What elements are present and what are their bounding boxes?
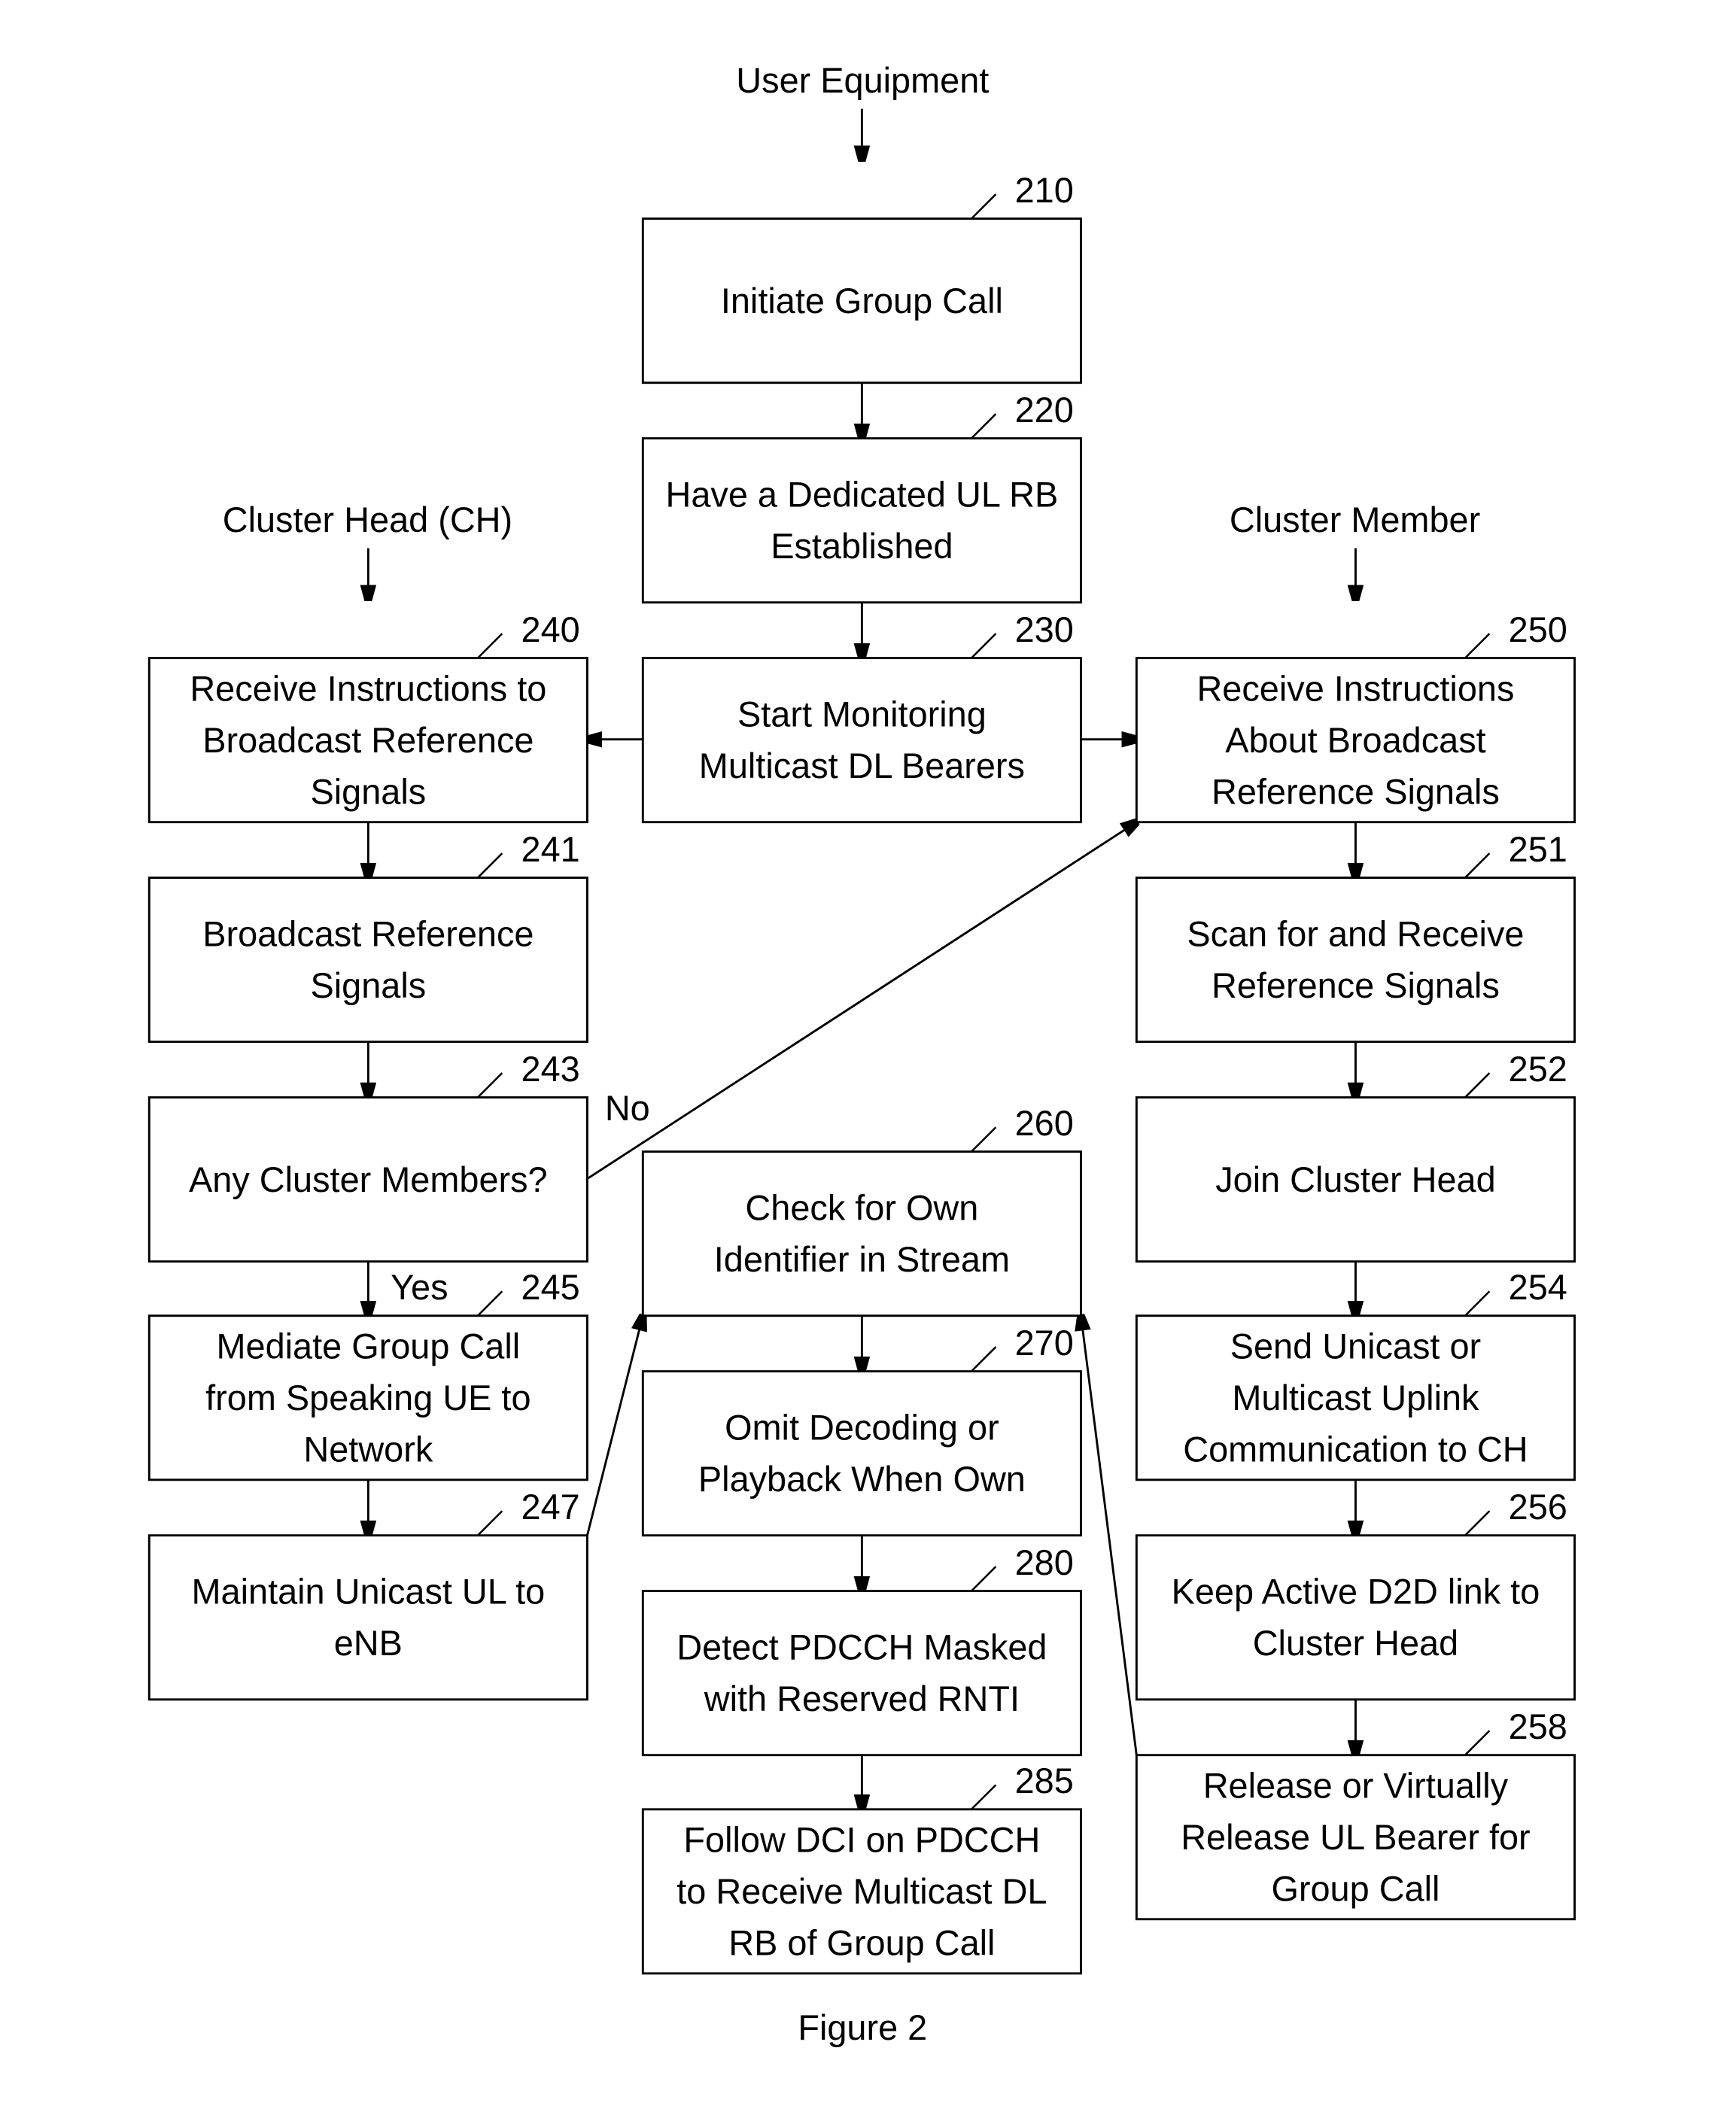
step-label-line: with Reserved RNTI bbox=[704, 1679, 1020, 1718]
leader-line bbox=[971, 1126, 997, 1153]
step-ref-number: 280 bbox=[1015, 1543, 1074, 1582]
step-label-line: Identifier in Stream bbox=[714, 1240, 1010, 1279]
step-label-line: Receive Instructions bbox=[1196, 669, 1514, 708]
step-label-line: Reference Signals bbox=[1212, 772, 1500, 811]
flowchart-canvas: User Equipment Cluster Head (CH) Cluster… bbox=[0, 0, 1736, 2127]
step-ref-number: 285 bbox=[1015, 1761, 1074, 1800]
step-box bbox=[1135, 1534, 1576, 1701]
step-label-line: Broadcast Reference bbox=[202, 721, 534, 760]
step-label-line: Receive Instructions to bbox=[190, 669, 546, 708]
step-label-line: Keep Active D2D link to bbox=[1172, 1572, 1540, 1612]
leader-line bbox=[971, 633, 997, 659]
step-ref-number: 230 bbox=[1015, 610, 1074, 649]
step-label-line: Communication to CH bbox=[1183, 1430, 1528, 1469]
header-cluster-head: Cluster Head (CH) bbox=[223, 500, 512, 539]
step-label-line: Follow DCI on PDCCH bbox=[683, 1821, 1040, 1860]
flowchart-diagram: User Equipment Cluster Head (CH) Cluster… bbox=[147, 61, 1576, 2047]
leader-line bbox=[1464, 852, 1491, 879]
step-label-line: RB of Group Call bbox=[728, 1924, 995, 1963]
edge-label-no: No bbox=[605, 1089, 650, 1128]
leader-line bbox=[1464, 1290, 1491, 1317]
step-ref-number: 240 bbox=[521, 610, 580, 649]
step-label-line: Scan for and Receive bbox=[1187, 915, 1524, 954]
step-ref-number: 220 bbox=[1015, 390, 1074, 430]
leader-line bbox=[476, 1072, 503, 1098]
header-user-equipment: User Equipment bbox=[736, 61, 989, 100]
step-label-line: Send Unicast or bbox=[1230, 1327, 1481, 1366]
step-label-line: to Receive Multicast DL bbox=[676, 1872, 1047, 1911]
step-ref-number: 260 bbox=[1015, 1104, 1074, 1143]
step-250: 250 Receive Instructions About Broadcast Re… bbox=[1135, 610, 1576, 824]
step-box bbox=[641, 1150, 1082, 1317]
step-label-line: Release UL Bearer for bbox=[1181, 1818, 1530, 1857]
step-label-line: Playback When Own bbox=[698, 1460, 1026, 1499]
step-label-line: Signals bbox=[310, 966, 426, 1005]
header-cluster-member: Cluster Member bbox=[1230, 500, 1480, 539]
leader-line bbox=[1464, 1510, 1491, 1536]
step-box bbox=[641, 1590, 1082, 1757]
step-label-line: Network bbox=[303, 1430, 433, 1469]
step-ref-number: 250 bbox=[1509, 610, 1567, 649]
step-ref-number: 270 bbox=[1015, 1323, 1074, 1363]
step-label-line: Initiate Group Call bbox=[721, 281, 1003, 321]
step-label-line: Mediate Group Call bbox=[216, 1327, 520, 1366]
step-label-line: Reference Signals bbox=[1212, 966, 1500, 1005]
step-label-line: About Broadcast bbox=[1225, 721, 1485, 760]
step-label-line: Omit Decoding or bbox=[725, 1408, 999, 1448]
leader-line bbox=[476, 633, 503, 659]
step-ref-number: 243 bbox=[521, 1050, 580, 1089]
step-box bbox=[641, 657, 1082, 824]
step-label-line: Maintain Unicast UL to bbox=[192, 1572, 546, 1612]
step-ref-number: 247 bbox=[521, 1487, 580, 1527]
step-box bbox=[641, 1370, 1082, 1537]
leader-line bbox=[971, 1346, 997, 1372]
step-label-line: eNB bbox=[334, 1624, 403, 1663]
step-ref-number: 241 bbox=[521, 830, 580, 869]
step-ref-number: 258 bbox=[1509, 1707, 1567, 1746]
arrow-247-260 bbox=[586, 1316, 643, 1536]
leader-line bbox=[971, 413, 997, 439]
step-box bbox=[1135, 877, 1576, 1044]
step-label-line: Broadcast Reference bbox=[202, 915, 534, 954]
step-box bbox=[641, 437, 1082, 604]
step-ref-number: 256 bbox=[1509, 1487, 1567, 1527]
step-ref-number: 210 bbox=[1015, 171, 1074, 210]
step-label-line: Established bbox=[771, 527, 953, 566]
step-ref-number: 251 bbox=[1509, 830, 1567, 869]
step-label-line: Group Call bbox=[1271, 1869, 1440, 1908]
step-box bbox=[147, 877, 588, 1044]
figure-caption: Figure 2 bbox=[798, 2008, 927, 2047]
step-label-line: Multicast DL Bearers bbox=[699, 746, 1025, 785]
leader-line bbox=[971, 1566, 997, 1592]
leader-line bbox=[971, 193, 997, 220]
leader-line bbox=[971, 1784, 997, 1810]
step-260: 260 Check for Own Identifier in Stream bbox=[641, 1104, 1082, 1317]
step-ref-number: 252 bbox=[1509, 1050, 1567, 1089]
step-label-line: Cluster Head bbox=[1253, 1624, 1458, 1663]
edge-label-yes: Yes bbox=[391, 1268, 448, 1307]
step-label-line: Check for Own bbox=[745, 1189, 978, 1228]
step-210: 210 Initiate Group Call bbox=[641, 171, 1082, 384]
leader-line bbox=[1464, 633, 1491, 659]
leader-line bbox=[1464, 1730, 1491, 1756]
arrow-258-260 bbox=[1081, 1316, 1138, 1755]
step-label-line: Multicast Uplink bbox=[1232, 1378, 1479, 1417]
leader-line bbox=[476, 1510, 503, 1536]
step-label-line: Have a Dedicated UL RB bbox=[665, 476, 1058, 515]
step-label-line: Join Cluster Head bbox=[1215, 1160, 1495, 1199]
leader-line bbox=[1464, 1072, 1491, 1098]
steps: 210 Initiate Group Call 220 Have a Dedicate… bbox=[147, 171, 1576, 1975]
step-label-line: Signals bbox=[310, 772, 426, 811]
step-label-line: Start Monitoring bbox=[737, 695, 987, 734]
step-box bbox=[147, 1534, 588, 1701]
step-240: 240 Receive Instructions to Broadcast Refe… bbox=[147, 610, 588, 824]
step-label-line: Any Cluster Members? bbox=[189, 1160, 548, 1199]
leader-line bbox=[476, 852, 503, 879]
step-ref-number: 254 bbox=[1509, 1268, 1567, 1307]
leader-line bbox=[476, 1290, 503, 1317]
step-ref-number: 245 bbox=[521, 1268, 580, 1307]
step-label-line: Detect PDCCH Masked bbox=[676, 1628, 1047, 1667]
step-label-line: from Speaking UE to bbox=[205, 1378, 531, 1417]
step-label-line: Release or Virtually bbox=[1203, 1766, 1509, 1805]
